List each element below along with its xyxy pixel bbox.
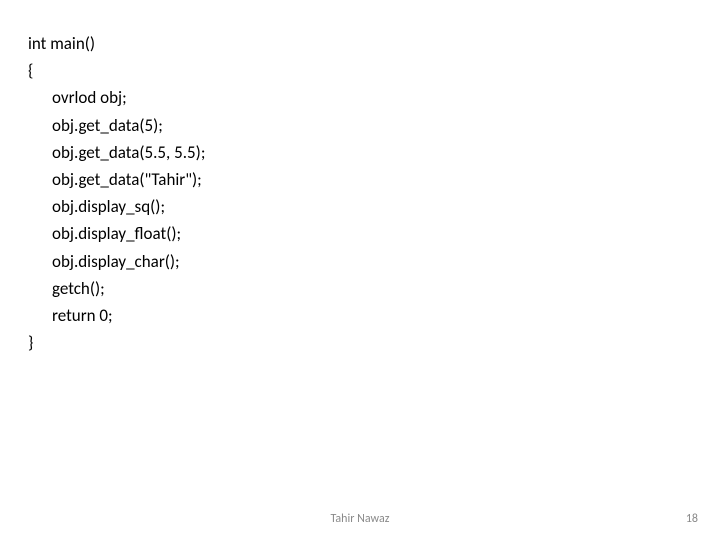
- slide: int main() { ovrlod obj; obj.get_data(5)…: [0, 0, 720, 540]
- code-line: obj.display_char();: [28, 248, 720, 275]
- code-line: ovrlod obj;: [28, 84, 720, 111]
- code-line: obj.display_float();: [28, 220, 720, 247]
- footer-page-number: 18: [686, 512, 698, 526]
- code-line: int main(): [28, 30, 720, 57]
- code-line: obj.get_data("Tahir");: [28, 166, 720, 193]
- code-line: return 0;: [28, 302, 720, 329]
- code-line: getch();: [28, 275, 720, 302]
- code-line: obj.display_sq();: [28, 193, 720, 220]
- code-line: obj.get_data(5);: [28, 112, 720, 139]
- code-line: {: [28, 57, 720, 84]
- footer-author: Tahir Nawaz: [331, 512, 390, 526]
- code-line: obj.get_data(5.5, 5.5);: [28, 139, 720, 166]
- code-block: int main() { ovrlod obj; obj.get_data(5)…: [28, 30, 720, 356]
- code-line: }: [28, 329, 720, 356]
